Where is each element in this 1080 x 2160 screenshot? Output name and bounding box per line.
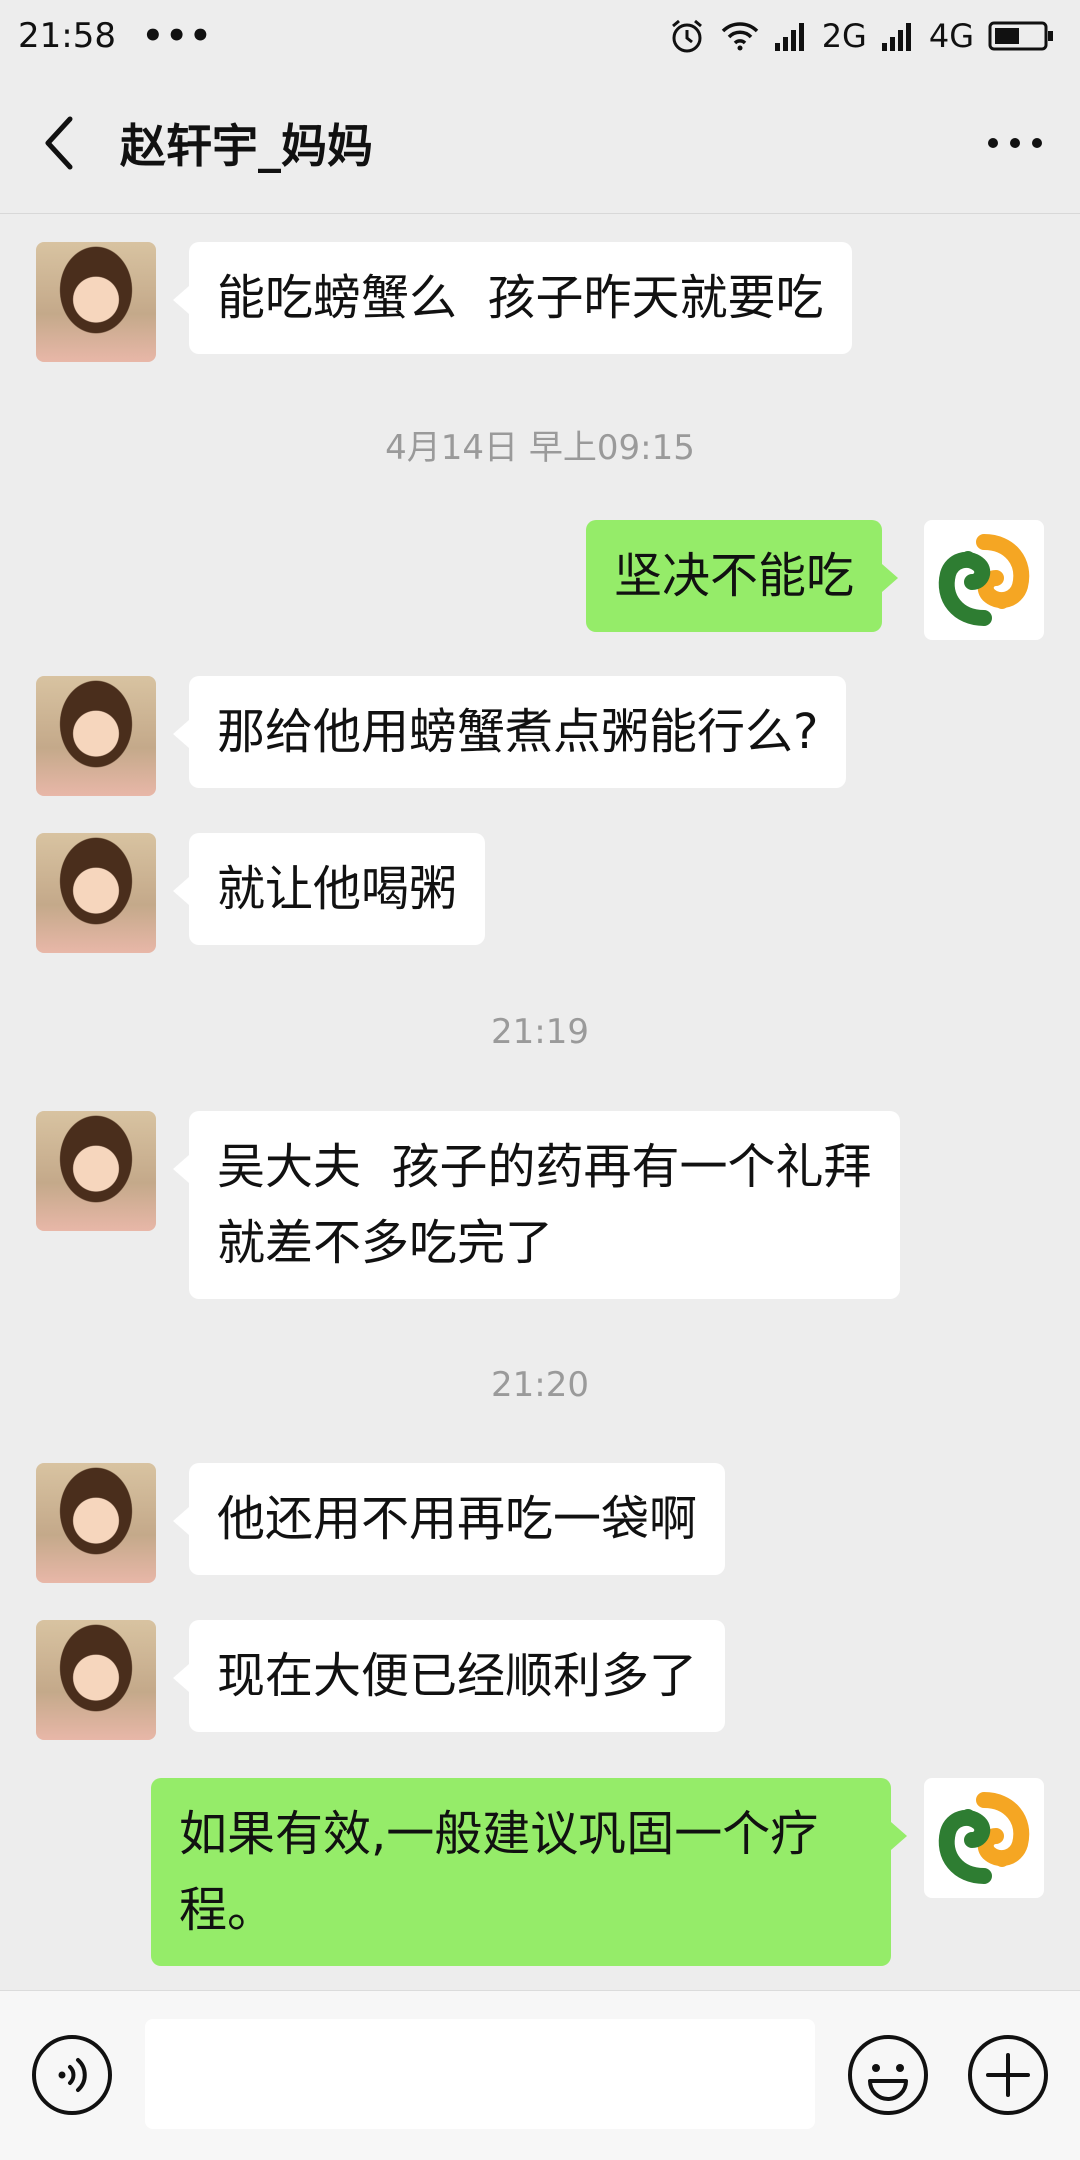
message-bubble[interactable]: 吴大夫 孩子的药再有一个礼拜 就差不多吃完了	[173, 1111, 900, 1299]
avatar[interactable]	[36, 1463, 156, 1583]
status-bar: 21:58 ••• 2G 4G	[0, 0, 1080, 72]
message-bubble[interactable]: 那给他用螃蟹煮点粥能行么?	[172, 676, 847, 788]
voice-icon	[32, 2035, 112, 2115]
message-bubble[interactable]: 能吃螃蟹么 孩子昨天就要吃	[173, 242, 852, 354]
network-2g-label: 2G	[821, 17, 867, 55]
back-arrow-icon	[45, 116, 73, 169]
message-bubble[interactable]: 就让他喝粥	[172, 833, 486, 945]
more-options-button[interactable]	[950, 72, 1080, 214]
alarm-icon	[668, 17, 706, 55]
clinic-logo-icon	[938, 534, 1030, 626]
signal-icon	[881, 21, 915, 51]
notification-dots: •••	[141, 16, 214, 56]
chat-screen: 21:58 ••• 2G 4G 赵轩宇_妈妈 能吃螃蟹么 孩子昨天就要吃 4月1…	[0, 0, 1080, 2160]
avatar[interactable]	[924, 1778, 1044, 1898]
more-functions-button[interactable]	[966, 2033, 1050, 2117]
more-icon	[988, 137, 1042, 148]
network-4g-label: 4G	[928, 17, 974, 55]
signal-icon	[774, 21, 808, 51]
message-input[interactable]	[145, 2019, 815, 2129]
emoji-icon	[848, 2035, 928, 2115]
wifi-icon	[720, 20, 760, 52]
avatar[interactable]	[36, 833, 156, 953]
battery-icon	[988, 20, 1054, 52]
plus-icon	[968, 2035, 1048, 2115]
page-title: 赵轩宇_妈妈	[120, 118, 373, 173]
avatar[interactable]	[924, 520, 1044, 640]
back-button[interactable]	[0, 72, 120, 214]
message-bubble[interactable]: 坚决不能吃	[586, 520, 899, 632]
input-bar	[0, 1990, 1080, 2160]
avatar[interactable]	[36, 1111, 156, 1231]
message-bubble[interactable]: 他还用不用再吃一袋啊	[172, 1463, 726, 1575]
clinic-logo-icon	[938, 1792, 1030, 1884]
emoji-button[interactable]	[846, 2033, 930, 2117]
avatar[interactable]	[36, 242, 156, 362]
avatar[interactable]	[36, 1620, 156, 1740]
message-timestamp: 21:19	[491, 1012, 589, 1052]
message-timestamp: 21:20	[491, 1365, 589, 1405]
message-timestamp: 4月14日 早上09:15	[385, 428, 695, 468]
voice-button[interactable]	[30, 2033, 114, 2117]
message-bubble[interactable]: 如果有效,一般建议巩固一个疗 程。	[151, 1778, 907, 1966]
message-bubble[interactable]: 现在大便已经顺利多了	[172, 1620, 726, 1732]
status-time: 21:58	[18, 16, 116, 56]
chat-header: 赵轩宇_妈妈	[0, 72, 1080, 214]
avatar[interactable]	[36, 676, 156, 796]
